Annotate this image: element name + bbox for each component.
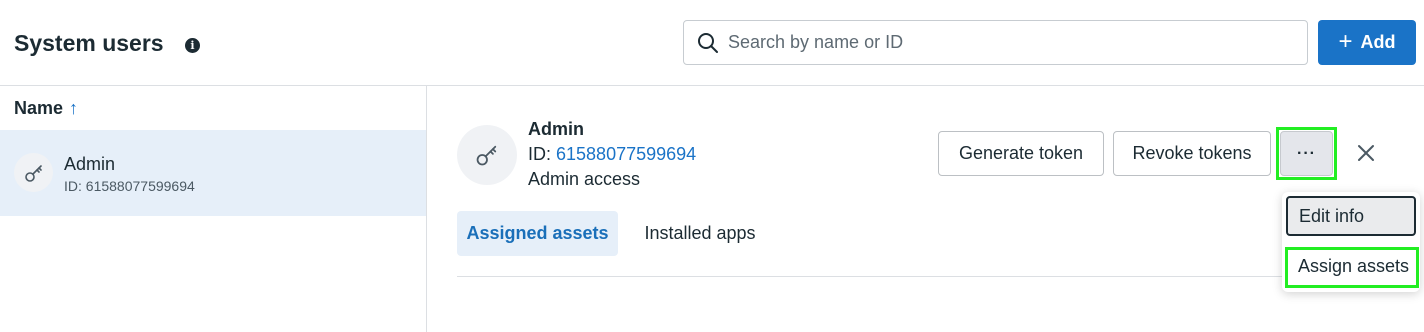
info-icon[interactable]: i <box>185 38 200 53</box>
detail-access-level: Admin access <box>528 169 641 189</box>
key-icon <box>457 125 517 185</box>
revoke-tokens-button[interactable]: Revoke tokens <box>1113 131 1271 176</box>
search-input[interactable] <box>728 21 1288 64</box>
users-list-pane: Name ↑ Admin ID: 61588077599694 <box>0 86 427 332</box>
close-icon[interactable] <box>1354 141 1378 165</box>
search-box[interactable] <box>683 20 1308 65</box>
search-icon <box>698 33 718 53</box>
list-item-name: Admin <box>64 154 116 174</box>
tab-divider <box>457 276 1417 277</box>
menu-item-edit-info[interactable]: Edit info <box>1286 196 1416 236</box>
assign-assets-highlight <box>1285 247 1419 288</box>
detail-id-link[interactable]: 61588077599694 <box>556 144 696 164</box>
add-button[interactable]: + Add <box>1318 20 1416 65</box>
generate-token-button[interactable]: Generate token <box>938 131 1104 176</box>
detail-id-prefix: ID: <box>528 144 557 164</box>
detail-user-name: Admin <box>528 119 584 139</box>
tab-installed-apps[interactable]: Installed apps <box>630 211 770 256</box>
name-column-header[interactable]: Name ↑ <box>14 98 78 119</box>
add-button-label: Add <box>1360 32 1396 52</box>
list-item[interactable]: Admin ID: 61588077599694 <box>0 130 426 216</box>
plus-icon: + <box>1338 27 1353 55</box>
list-item-id: ID: 61588077599694 <box>64 178 195 194</box>
name-column-label: Name <box>14 98 64 118</box>
tab-assigned-assets[interactable]: Assigned assets <box>457 211 618 256</box>
page-title: System users <box>14 30 164 56</box>
more-icon[interactable]: ··· <box>1280 131 1333 176</box>
key-icon <box>14 153 53 192</box>
sort-arrow-up-icon: ↑ <box>69 98 79 118</box>
detail-user-id: ID: 61588077599694 <box>528 144 696 165</box>
page-header: System users i + Add <box>0 0 1424 86</box>
